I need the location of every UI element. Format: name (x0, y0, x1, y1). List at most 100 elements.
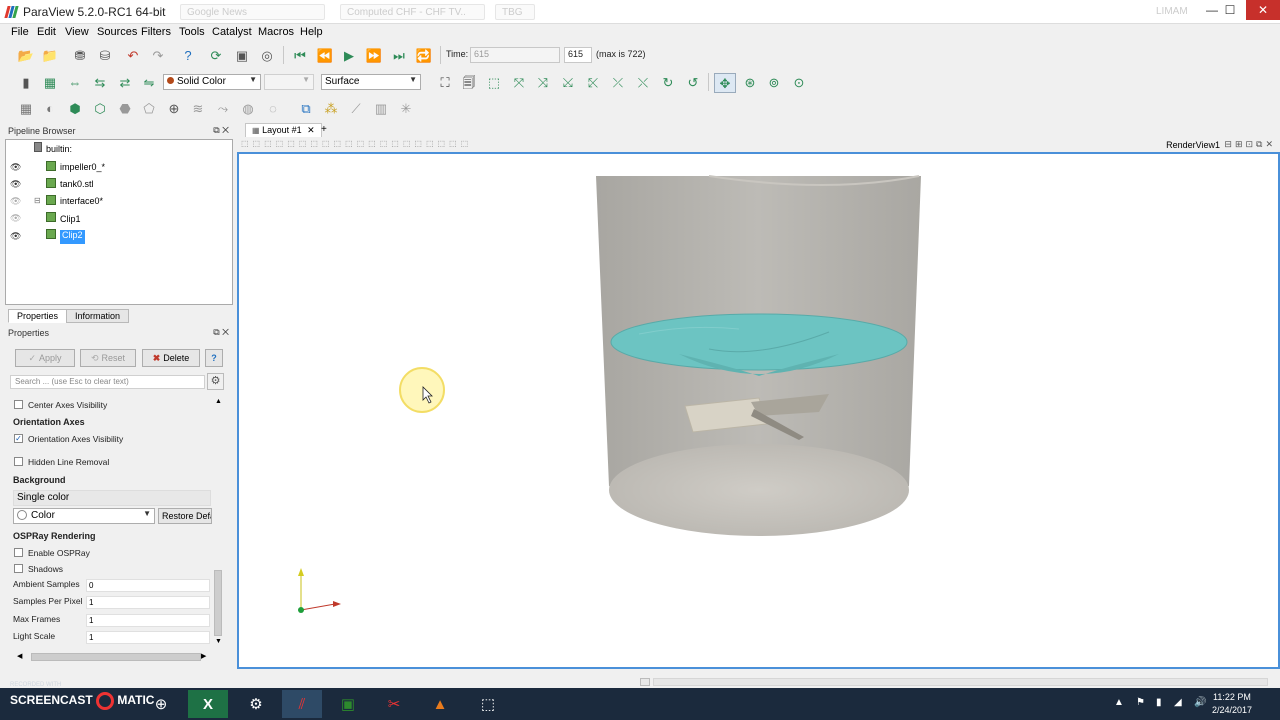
time-value-field[interactable]: 615 (470, 47, 560, 63)
restore-defaults-button[interactable]: Restore Defa (158, 508, 212, 524)
visibility-eye-icon[interactable]: 👁 (10, 231, 21, 242)
delete-button[interactable]: ✖ Delete (142, 349, 200, 367)
loop-icon[interactable]: 🔁 (415, 46, 433, 64)
add-layout-button[interactable]: + (321, 124, 327, 135)
taskbar-terminal-icon[interactable]: ▣ (328, 690, 368, 718)
scroll-left-icon[interactable]: ◀ (17, 652, 22, 660)
pipeline-item-impeller[interactable]: impeller0_* (60, 162, 105, 176)
extract-subset-icon[interactable]: ⬠ (140, 99, 158, 117)
tab-properties[interactable]: Properties (8, 309, 68, 323)
menu-sources[interactable]: Sources (97, 26, 137, 38)
pipeline-item-interface[interactable]: interface0* (60, 196, 103, 210)
taskbar-tool-icon[interactable]: ✂ (374, 690, 414, 718)
reset-button[interactable]: ⟲ Reset (80, 349, 136, 367)
visibility-eye-icon[interactable]: 👁 (10, 179, 21, 190)
light-scale-field[interactable]: 1 (86, 631, 210, 644)
reset-camera-icon[interactable]: ⛶ (436, 73, 454, 91)
max-frames-field[interactable]: 1 (86, 614, 210, 627)
pipeline-item-clip1[interactable]: Clip1 (60, 214, 81, 228)
show-center-icon[interactable]: ⊛ (741, 73, 759, 91)
color-mode-dropdown[interactable]: Solid Color ▼ (163, 74, 261, 90)
histogram-icon[interactable]: ▥ (372, 99, 390, 117)
pick-center-icon[interactable]: ✥ (714, 73, 736, 93)
advanced-settings-gear-icon[interactable]: ⚙ (207, 373, 224, 390)
progress-toggle-icon[interactable] (640, 678, 650, 686)
scrollbar-thumb[interactable] (214, 570, 222, 636)
tray-volume-icon[interactable]: 🔊 (1194, 697, 1206, 708)
view-tools-icons[interactable]: ⬚⬚⬚⬚⬚⬚⬚⬚⬚⬚⬚⬚⬚⬚⬚⬚⬚⬚⬚⬚ (241, 139, 472, 148)
view-plus-x-icon[interactable]: ⤧ (510, 73, 528, 91)
recent-files-icon[interactable]: 📁 (41, 46, 59, 64)
save-state-icon[interactable]: ▣ (233, 46, 251, 64)
menu-edit[interactable]: Edit (37, 26, 56, 38)
rescale-visible-icon[interactable]: ⇄ (116, 73, 134, 91)
tray-flag-icon[interactable]: ⚑ (1136, 697, 1145, 708)
component-dropdown[interactable]: ▼ (264, 74, 314, 90)
undo-icon[interactable]: ↶ (124, 46, 142, 64)
close-button[interactable]: ✕ (1246, 0, 1280, 20)
play-icon[interactable]: ▶ (340, 46, 358, 64)
help-button[interactable]: ? (205, 349, 223, 367)
panel-controls[interactable]: ⧉ ✕ (213, 125, 229, 136)
auto-apply-icon[interactable]: ◎ (258, 46, 276, 64)
rescale-custom-icon[interactable]: ⇆ (91, 73, 109, 91)
maximize-button[interactable]: ☐ (1216, 0, 1244, 20)
time-index-spinbox[interactable]: 615 (564, 47, 592, 63)
taskbar-clock[interactable]: 11:22 PM 2/24/2017 (1212, 691, 1252, 717)
previous-frame-icon[interactable]: ⏪ (316, 46, 334, 64)
pipeline-item-clip2[interactable]: Clip2 (60, 230, 85, 244)
background-mode-dropdown[interactable]: Single color (13, 490, 211, 506)
collapse-toggle-icon[interactable]: ⊟ (34, 196, 41, 205)
scroll-right-icon[interactable]: ▶ (201, 652, 206, 660)
tray-network-icon[interactable]: ◢ (1174, 697, 1182, 708)
open-folder-icon[interactable]: 📂 (17, 46, 35, 64)
calculator-icon[interactable]: ▦ (17, 99, 35, 117)
render-canvas[interactable] (239, 154, 1280, 669)
pipeline-browser[interactable]: builtin: 👁 impeller0_* 👁 tank0.stl 👁 ⊟ i… (5, 139, 233, 305)
menu-tools[interactable]: Tools (179, 26, 205, 38)
reset-session-icon[interactable]: ⟳ (207, 46, 225, 64)
rotate-cw-icon[interactable]: ↻ (659, 73, 677, 91)
taskbar-snipping-icon[interactable]: ⬚ (468, 690, 508, 718)
taskbar-paraview-icon[interactable]: ⫽ (282, 690, 322, 718)
contour-icon[interactable]: ◐ (41, 99, 59, 117)
zoom-box-icon[interactable]: ⬚ (485, 73, 503, 91)
tray-battery-icon[interactable]: ▮ (1156, 697, 1162, 708)
disconnect-icon[interactable]: ⛁ (96, 46, 114, 64)
menu-file[interactable]: File (11, 26, 29, 38)
group-datasets-icon[interactable]: ◍ (239, 99, 257, 117)
layout-tab[interactable]: ▦ Layout #1 ✕ (245, 123, 322, 137)
rescale-range-icon[interactable]: ⇔ (66, 73, 84, 91)
scrollbar-thumb[interactable] (31, 653, 201, 661)
ambient-samples-field[interactable]: 0 (86, 579, 210, 592)
render-view[interactable] (237, 152, 1280, 669)
close-tab-icon[interactable]: ✕ (307, 125, 315, 135)
menu-help[interactable]: Help (300, 26, 323, 38)
clip-icon[interactable]: ⬢ (66, 99, 84, 117)
properties-horizontal-scrollbar[interactable]: ◀ ▶ (15, 651, 210, 663)
scroll-down-icon[interactable]: ▼ (215, 638, 222, 645)
tab-information[interactable]: Information (66, 309, 130, 323)
slice-icon[interactable]: ⬡ (91, 99, 109, 117)
view-minus-y-icon[interactable]: ⤪ (584, 73, 602, 91)
taskbar-app-icon[interactable]: ⚙ (236, 690, 276, 718)
plot-over-line-icon[interactable]: ⟋ (347, 99, 365, 117)
redo-icon[interactable]: ↷ (149, 46, 167, 64)
properties-vertical-scrollbar[interactable]: ▲ ▼ (212, 398, 224, 648)
visibility-eye-hidden-icon[interactable]: 👁 (10, 213, 21, 224)
tray-chevron-icon[interactable]: ▲ (1114, 697, 1124, 708)
orientation-axes-checkbox[interactable]: ✓ (14, 434, 23, 443)
representation-dropdown[interactable]: Surface ▼ (321, 74, 421, 90)
rotation-center-icon[interactable]: ⊙ (790, 73, 808, 91)
samples-per-pixel-field[interactable]: 1 (86, 596, 210, 609)
next-frame-icon[interactable]: ⏩ (365, 46, 383, 64)
view-minus-z-icon[interactable]: ⤬ (634, 73, 652, 91)
apply-button[interactable]: ✓ Apply (15, 349, 75, 367)
stream-tracer-icon[interactable]: ≋ (189, 99, 207, 117)
enable-ospray-checkbox[interactable] (14, 548, 23, 557)
menu-view[interactable]: View (65, 26, 89, 38)
view-split-controls[interactable]: ⊟⊞⊡⧉✕ (1224, 139, 1276, 150)
taskbar-matlab-icon[interactable]: ▲ (420, 690, 460, 718)
hidden-line-checkbox[interactable] (14, 457, 23, 466)
connect-icon[interactable]: ⛃ (71, 46, 89, 64)
